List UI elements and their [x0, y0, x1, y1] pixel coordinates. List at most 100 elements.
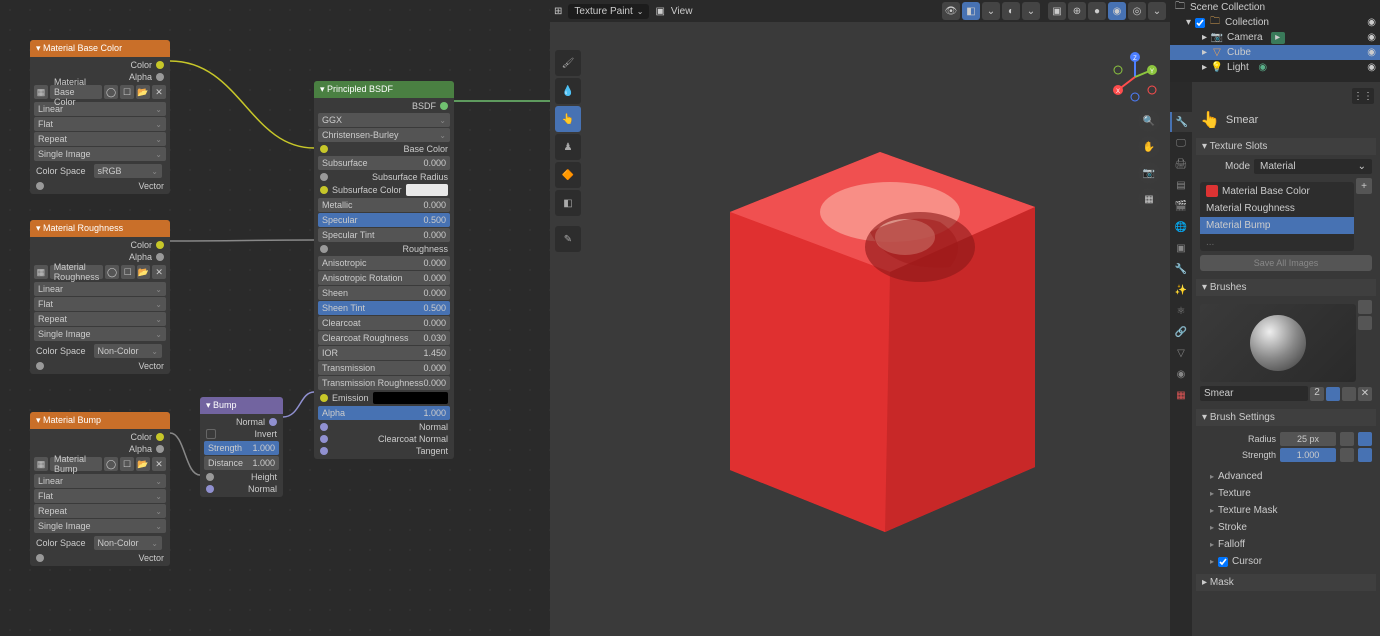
sheen-tint-field[interactable]: Sheen Tint0.500 [318, 301, 450, 315]
specular-tint-field[interactable]: Specular Tint0.000 [318, 228, 450, 242]
projection-select[interactable]: Flat⌄ [34, 489, 166, 503]
input-socket-normal[interactable] [320, 423, 328, 431]
image-browse-button[interactable]: ▦ [34, 457, 48, 471]
strength-value[interactable]: 1.000 [1280, 448, 1336, 462]
image-new-button[interactable]: ☐ [121, 265, 135, 279]
invert-checkbox[interactable] [206, 429, 216, 439]
image-user-count[interactable]: ◯ [104, 457, 118, 471]
brush-grid-button[interactable] [1358, 300, 1372, 314]
anisotropic-rotation-field[interactable]: Anisotropic Rotation0.000 [318, 271, 450, 285]
xray-button[interactable]: ▣ [1048, 2, 1066, 20]
image-browse-button[interactable]: ▦ [34, 85, 48, 99]
image-open-button[interactable]: 📂 [136, 457, 150, 471]
tool-smear[interactable]: 👆 [555, 106, 581, 132]
radius-value[interactable]: 25 px [1280, 432, 1336, 446]
cursor-checkbox[interactable] [1218, 557, 1228, 567]
output-socket-alpha[interactable] [156, 445, 164, 453]
tab-physics[interactable]: ⚛ [1170, 301, 1192, 321]
specular-field[interactable]: Specular0.500 [318, 213, 450, 227]
image-user-count[interactable]: ◯ [105, 265, 119, 279]
image-unlink-button[interactable]: ✕ [152, 265, 166, 279]
outliner-light[interactable]: ▸💡Light◉◉ [1170, 60, 1380, 75]
visibility-icon[interactable]: ◉ [1367, 32, 1376, 43]
input-socket-ss-color[interactable] [320, 186, 328, 194]
input-socket-vector[interactable] [36, 554, 44, 562]
input-socket-tangent[interactable] [320, 447, 328, 455]
navigation-gizmo[interactable]: Z Y X [1110, 52, 1160, 102]
node-header[interactable]: ▾ Material Bump [30, 412, 170, 429]
cursor-subpanel[interactable]: ▸Cursor [1196, 553, 1376, 570]
add-slot-button[interactable]: + [1356, 178, 1372, 194]
image-unlink-button[interactable]: ✕ [152, 457, 166, 471]
tool-mask[interactable]: ◧ [555, 190, 581, 216]
outliner-scene-collection[interactable]: 🗀Scene Collection [1170, 0, 1380, 15]
image-new-button[interactable]: ☐ [120, 85, 134, 99]
output-socket-alpha[interactable] [156, 73, 164, 81]
interpolation-select[interactable]: Linear⌄ [34, 282, 166, 296]
nav-camera-button[interactable]: 📷 [1138, 162, 1160, 184]
collection-enable-checkbox[interactable] [1195, 18, 1205, 28]
subsurface-field[interactable]: Subsurface0.000 [318, 156, 450, 170]
view-menu[interactable]: View [671, 6, 693, 17]
mask-panel-header[interactable]: ▸ Mask [1196, 574, 1376, 591]
extension-select[interactable]: Repeat⌄ [34, 312, 166, 326]
interpolation-select[interactable]: Linear⌄ [34, 474, 166, 488]
node-header[interactable]: ▾ Material Base Color [30, 40, 170, 57]
tool-fill[interactable]: 🔶 [555, 162, 581, 188]
node-header[interactable]: ▾ Principled BSDF [314, 81, 454, 98]
brush-preview[interactable] [1200, 304, 1356, 382]
texture-mask-subpanel[interactable]: ▸Texture Mask [1196, 502, 1376, 519]
3d-viewport[interactable]: ⊞ Texture Paint ⌄ ▣ View 👁 ◧ ⌄ ◐ ⌄ ▣ ⊕ ●… [550, 0, 1170, 636]
input-socket-normal[interactable] [206, 485, 214, 493]
shading-solid-button[interactable]: ● [1088, 2, 1106, 20]
node-principled-bsdf[interactable]: ▾ Principled BSDF BSDF GGX⌄ Christensen-… [314, 81, 454, 459]
brush-users-count[interactable]: 2 [1310, 387, 1324, 401]
node-header[interactable]: ▾ Material Roughness [30, 220, 170, 237]
image-unlink-button[interactable]: ✕ [152, 85, 166, 99]
tab-world[interactable]: 🌐 [1170, 217, 1192, 237]
distance-field[interactable]: Distance1.000 [204, 456, 279, 470]
image-open-button[interactable]: 📂 [136, 85, 150, 99]
colorspace-select[interactable]: Non-Color⌄ [94, 536, 162, 550]
input-socket-base-color[interactable] [320, 145, 328, 153]
tool-draw[interactable]: 🖌 [555, 50, 581, 76]
input-socket-roughness[interactable] [320, 245, 328, 253]
strength-unit-button[interactable] [1358, 448, 1372, 462]
slot-item-empty[interactable]: ... [1200, 234, 1354, 251]
radius-pressure-button[interactable] [1340, 432, 1354, 446]
node-editor[interactable]: ▾ Material Base Color Color Alpha ▦ Mate… [0, 0, 550, 636]
distribution-select[interactable]: GGX⌄ [318, 113, 450, 127]
tab-constraints[interactable]: 🔗 [1170, 322, 1192, 342]
node-image-texture-base-color[interactable]: ▾ Material Base Color Color Alpha ▦ Mate… [30, 40, 170, 194]
mode-select[interactable]: Material⌄ [1254, 159, 1372, 174]
strength-field[interactable]: Strength1.000 [204, 441, 279, 455]
input-socket-emission[interactable] [320, 394, 328, 402]
matcap-icon[interactable]: ◐ [1002, 2, 1020, 20]
mode-select[interactable]: Texture Paint ⌄ [568, 4, 649, 19]
outliner-cube[interactable]: ▸▽Cube◉ [1170, 45, 1380, 60]
radius-unit-button[interactable] [1358, 432, 1372, 446]
interpolation-select[interactable]: Linear⌄ [34, 102, 166, 116]
image-name-field[interactable]: Material Base Color [50, 85, 102, 99]
texture-slots-panel-header[interactable]: ▾ Texture Slots [1196, 138, 1376, 155]
transmission-roughness-field[interactable]: Transmission Roughness0.000 [318, 376, 450, 390]
tool-soften[interactable]: 💧 [555, 78, 581, 104]
input-socket-clearcoat-normal[interactable] [320, 435, 328, 443]
node-image-texture-bump[interactable]: ▾ Material Bump Color Alpha ▦ Material B… [30, 412, 170, 566]
clearcoat-field[interactable]: Clearcoat0.000 [318, 316, 450, 330]
image-open-button[interactable]: 📂 [137, 265, 151, 279]
slot-item-base-color[interactable]: Material Base Color [1200, 182, 1354, 200]
projection-select[interactable]: Flat⌄ [34, 297, 166, 311]
advanced-subpanel[interactable]: ▸Advanced [1196, 468, 1376, 485]
show-overlays-icon[interactable]: 👁 [942, 2, 960, 20]
editor-type-icon[interactable]: ⊞ [554, 6, 562, 17]
tab-view-layer[interactable]: ▤ [1170, 175, 1192, 195]
ior-field[interactable]: IOR1.450 [318, 346, 450, 360]
colorspace-select[interactable]: Non-Color⌄ [94, 344, 162, 358]
brush-settings-panel-header[interactable]: ▾ Brush Settings [1196, 409, 1376, 426]
source-select[interactable]: Single Image⌄ [34, 519, 166, 533]
shading-wireframe-button[interactable]: ⊕ [1068, 2, 1086, 20]
tab-scene[interactable]: 🎬 [1170, 196, 1192, 216]
alpha-field[interactable]: Alpha1.000 [318, 406, 450, 420]
slot-item-bump[interactable]: Material Bump [1200, 217, 1354, 234]
